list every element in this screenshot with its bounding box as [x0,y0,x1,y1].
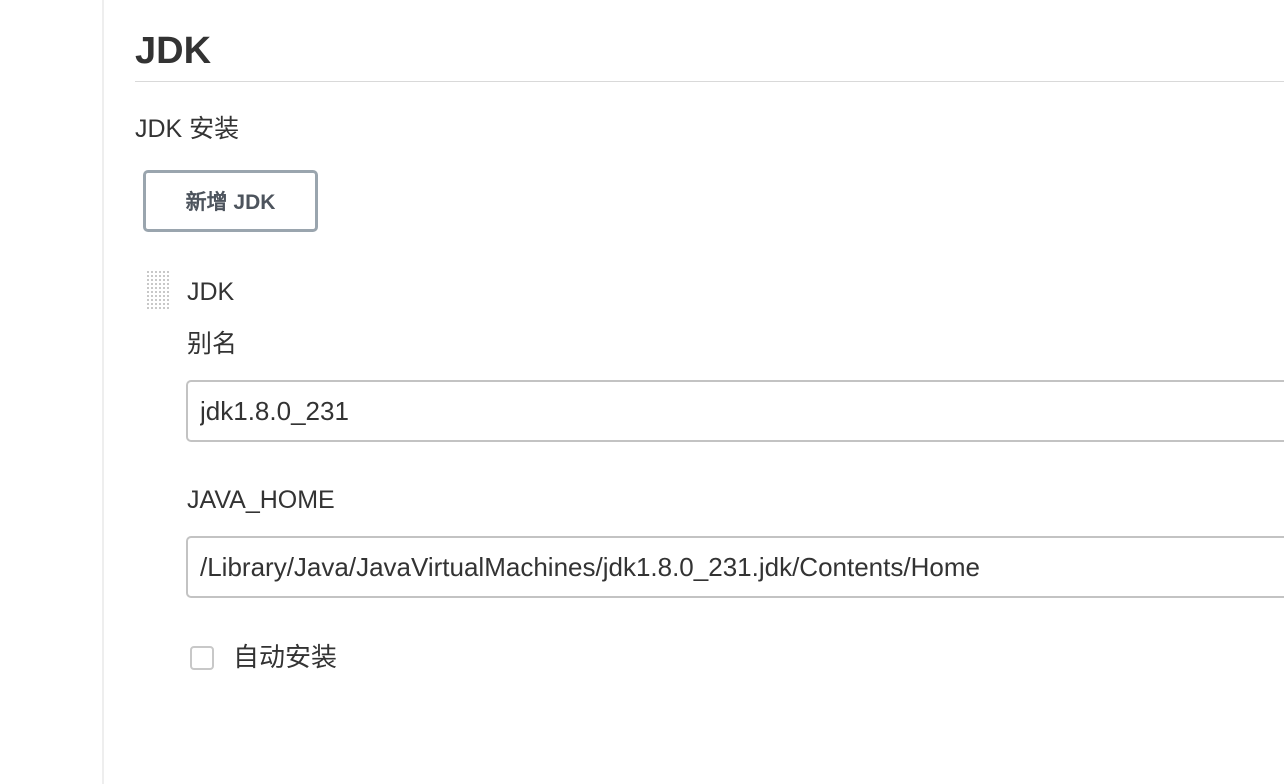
section-divider [135,81,1284,82]
section-title: JDK [135,30,212,72]
auto-install-label[interactable]: 自动安装 [233,641,337,673]
java-home-input[interactable] [186,536,1284,598]
add-jdk-button[interactable]: 新增 JDK [143,170,318,232]
auto-install-checkbox[interactable] [190,646,214,670]
jdk-item-title: JDK [187,278,235,306]
drag-handle-icon[interactable] [146,270,170,311]
sidebar-divider [102,0,104,784]
java-home-label: JAVA_HOME [187,486,335,514]
jdk-installations-label: JDK 安装 [135,115,240,143]
alias-input[interactable] [186,380,1284,442]
alias-label: 别名 [187,330,238,358]
jdk-config-page: JDK JDK 安装 新增 JDK JDK 别名 JAVA_HOME 自动安装 [0,0,1284,784]
